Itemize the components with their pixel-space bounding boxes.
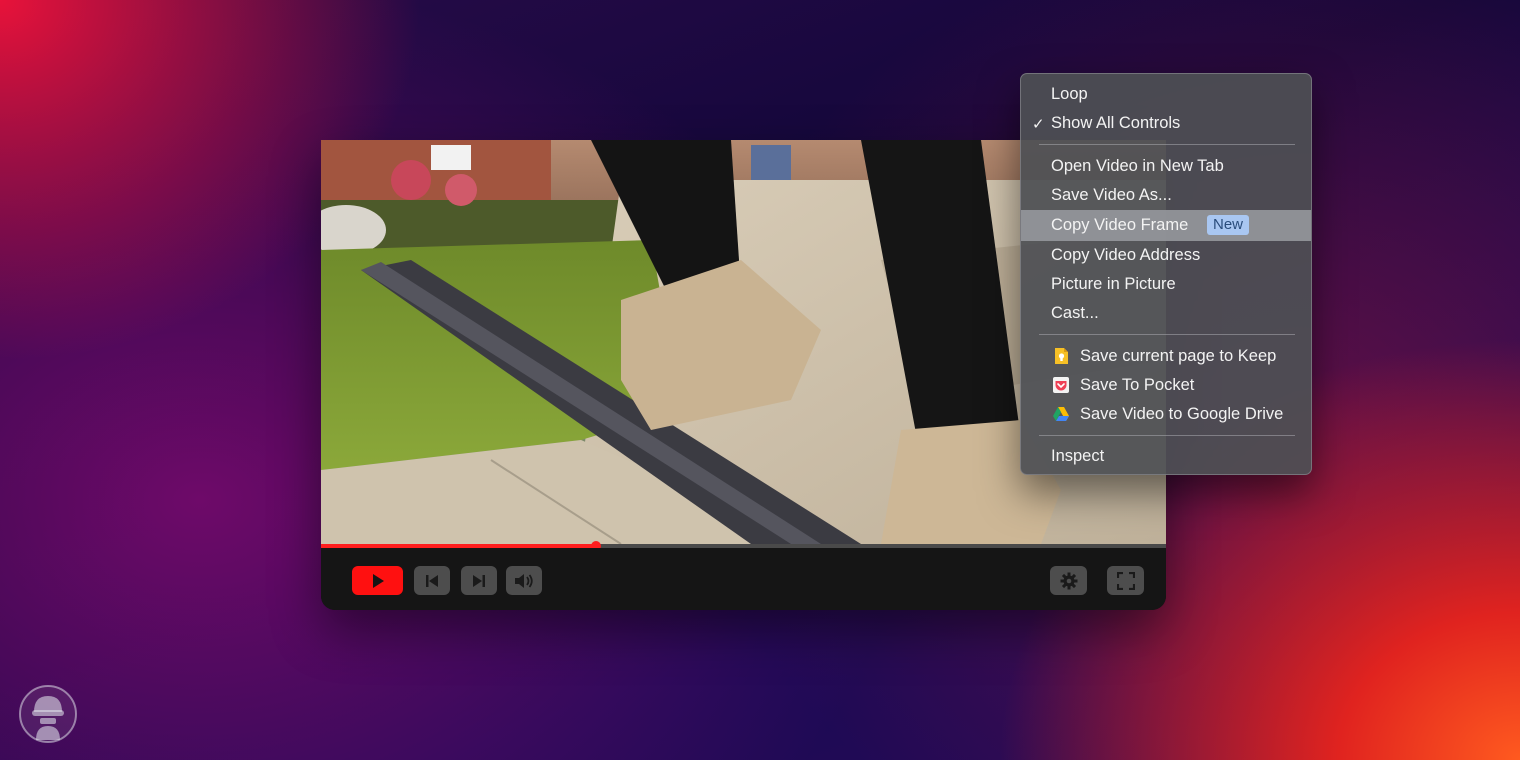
google-keep-icon [1055, 348, 1068, 364]
menu-item-cast[interactable]: Cast... [1021, 299, 1311, 328]
fullscreen-icon [1116, 571, 1135, 590]
new-badge: New [1207, 215, 1250, 235]
menu-item-label: Inspect [1051, 447, 1105, 465]
fullscreen-button[interactable] [1107, 566, 1144, 595]
menu-item-save-to-keep[interactable]: Save current page to Keep [1021, 342, 1311, 371]
menu-item-save-to-drive[interactable]: Save Video to Google Drive [1021, 400, 1311, 429]
menu-item-copy-video-address[interactable]: Copy Video Address [1021, 241, 1311, 270]
pocket-icon [1053, 377, 1069, 393]
skip-forward-icon [473, 574, 485, 587]
menu-separator [1039, 334, 1295, 335]
menu-item-label: Loop [1051, 85, 1088, 103]
context-menu: Loop ✓ Show All Controls Open Video in N… [1020, 73, 1312, 475]
google-drive-icon [1053, 407, 1069, 421]
menu-separator [1039, 435, 1295, 436]
checkmark-icon: ✓ [1032, 115, 1045, 133]
menu-item-label: Save Video to Google Drive [1080, 405, 1284, 423]
menu-item-label: Open Video in New Tab [1051, 157, 1224, 175]
menu-item-label: Show All Controls [1051, 114, 1181, 132]
menu-item-copy-video-frame[interactable]: Copy Video Frame New [1021, 210, 1311, 241]
skip-back-icon [426, 574, 438, 587]
menu-item-picture-in-picture[interactable]: Picture in Picture [1021, 270, 1311, 299]
menu-item-label: Copy Video Address [1051, 246, 1201, 264]
menu-item-open-video-new-tab[interactable]: Open Video in New Tab [1021, 152, 1311, 181]
menu-separator [1039, 144, 1295, 145]
menu-item-label: Cast... [1051, 304, 1099, 322]
play-icon [372, 573, 384, 588]
menu-item-label: Save Video As... [1051, 186, 1172, 204]
menu-item-inspect[interactable]: Inspect [1021, 442, 1311, 471]
gear-icon [1060, 572, 1077, 589]
control-bar [321, 548, 1166, 610]
menu-item-label: Save To Pocket [1080, 376, 1195, 394]
menu-item-loop[interactable]: Loop [1021, 80, 1311, 109]
menu-item-save-video-as[interactable]: Save Video As... [1021, 181, 1311, 210]
next-button[interactable] [461, 566, 497, 595]
menu-item-label: Save current page to Keep [1080, 347, 1277, 365]
menu-item-label: Picture in Picture [1051, 275, 1176, 293]
menu-item-label: Copy Video Frame [1051, 216, 1189, 234]
brand-logo [19, 685, 77, 743]
play-button[interactable] [352, 566, 403, 595]
previous-button[interactable] [414, 566, 450, 595]
menu-item-save-to-pocket[interactable]: Save To Pocket [1021, 371, 1311, 400]
menu-item-show-all-controls[interactable]: ✓ Show All Controls [1021, 109, 1311, 138]
volume-icon [515, 573, 533, 588]
volume-button[interactable] [506, 566, 542, 595]
settings-button[interactable] [1050, 566, 1087, 595]
